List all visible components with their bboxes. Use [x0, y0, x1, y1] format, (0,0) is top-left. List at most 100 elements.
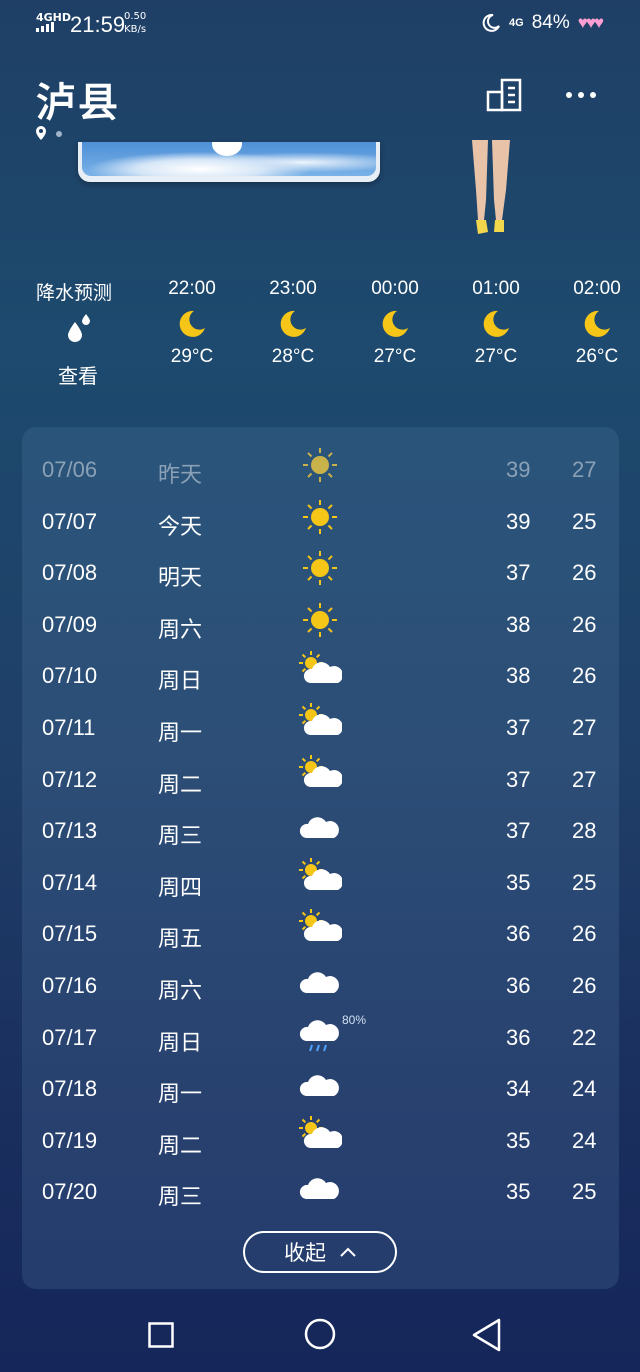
- daily-date: 07/07: [42, 508, 98, 534]
- daily-date: 07/08: [42, 560, 98, 586]
- daily-day: 周六: [158, 978, 203, 1003]
- daily-low: 26: [572, 663, 597, 689]
- daily-low: 25: [572, 508, 597, 534]
- daily-day: 周二: [158, 771, 203, 797]
- daily-low: 27: [572, 457, 597, 482]
- hourly-temp: 26°C: [575, 346, 619, 367]
- daily-day: 周日: [158, 1029, 203, 1055]
- daily-low: 27: [572, 715, 597, 740]
- more-options-icon[interactable]: [566, 92, 596, 98]
- hourly-item: 00:00 27°C: [355, 278, 435, 368]
- daily-low: 26: [572, 560, 597, 586]
- daily-day: 周日: [158, 668, 203, 694]
- daily-day: 周三: [158, 1184, 203, 1210]
- daily-low: 24: [572, 1076, 597, 1102]
- signal-icon: [36, 22, 54, 32]
- daily-high: 36: [506, 1024, 531, 1050]
- daily-high: 39: [506, 508, 531, 534]
- partly-cloudy-icon: [298, 753, 343, 797]
- do-not-disturb-moon-icon: [482, 13, 500, 32]
- daily-day: 周四: [158, 874, 203, 900]
- network-speed-value: 0.50: [124, 11, 147, 22]
- back-triangle-icon[interactable]: [472, 1318, 502, 1352]
- daily-low: 24: [572, 1127, 597, 1153]
- daily-date: 07/17: [42, 1024, 98, 1050]
- moon-icon: [581, 308, 613, 340]
- daily-date: 07/06: [42, 457, 98, 482]
- hourly-temp: 29°C: [170, 346, 214, 367]
- daily-high: 37: [506, 818, 531, 844]
- daily-low: 27: [572, 766, 597, 792]
- daily-high: 39: [506, 457, 531, 482]
- hourly-temp: 28°C: [271, 346, 315, 367]
- daily-low: 25: [572, 869, 597, 895]
- collapse-button[interactable]: 收起: [243, 1231, 397, 1273]
- daily-row[interactable]: 07/20 周三 35 25: [22, 1178, 619, 1231]
- chevron-up-icon: [340, 1247, 356, 1257]
- raindrop-icon[interactable]: [66, 312, 92, 344]
- daily-date: 07/14: [42, 869, 98, 895]
- collapse-label: 收起: [284, 1241, 326, 1265]
- sun-icon: [298, 443, 342, 487]
- hourly-item: 02:00 26°C: [557, 278, 637, 368]
- daily-high: 35: [506, 1179, 531, 1205]
- home-circle-icon[interactable]: [304, 1318, 336, 1350]
- mobile-data-label: 4G: [509, 17, 524, 29]
- daily-day: 周一: [158, 1081, 203, 1107]
- recent-apps-square-icon[interactable]: [148, 1322, 174, 1348]
- hourly-item: 01:00 27°C: [456, 278, 536, 368]
- moon-icon: [277, 308, 309, 340]
- partly-cloudy-icon: [298, 701, 343, 745]
- daily-day: 周三: [158, 823, 203, 849]
- partly-cloudy-icon: [298, 649, 343, 693]
- daily-date: 07/10: [42, 663, 98, 689]
- daily-date: 07/13: [42, 818, 98, 844]
- hourly-time: 23:00: [269, 278, 317, 299]
- partly-cloudy-icon: [298, 1114, 343, 1158]
- daily-low: 26: [572, 611, 597, 637]
- status-time: 21:59: [70, 12, 126, 37]
- partly-cloudy-icon: [298, 907, 343, 951]
- daily-day: 周五: [158, 926, 203, 952]
- network-speed: 0.50 KB/s: [124, 10, 146, 36]
- daily-high: 37: [506, 766, 531, 792]
- hearts-icon: ♥♥♥: [577, 13, 604, 32]
- daily-high: 35: [506, 869, 531, 895]
- daily-day: 明天: [158, 565, 203, 591]
- daily-day: 昨天: [158, 462, 203, 487]
- daily-high: 38: [506, 663, 531, 689]
- cloud-icon: [298, 1165, 342, 1209]
- precip-chance: 80%: [342, 1012, 367, 1027]
- daily-day: 今天: [158, 513, 203, 539]
- daily-date: 07/11: [42, 715, 96, 740]
- daily-high: 36: [506, 921, 531, 947]
- daily-date: 07/09: [42, 611, 98, 637]
- sun-icon: [298, 598, 342, 642]
- daily-high: 38: [506, 611, 531, 637]
- sun-icon: [298, 546, 342, 590]
- location-pin-icon: [36, 126, 46, 140]
- view-precipitation-button[interactable]: 查看: [58, 360, 98, 389]
- hourly-item: 22:00 29°C: [152, 278, 232, 368]
- weather-illustration-card: [78, 142, 380, 182]
- daily-high: 34: [506, 1076, 531, 1102]
- rain-cloud-icon: [298, 1011, 342, 1055]
- hourly-time: 02:00: [573, 278, 621, 299]
- daily-date: 07/12: [42, 766, 98, 792]
- daily-day: 周二: [158, 1132, 203, 1158]
- daily-high: 36: [506, 973, 531, 998]
- daily-date: 07/16: [42, 973, 98, 998]
- precipitation-forecast-label[interactable]: 降水预测: [36, 278, 112, 305]
- daily-date: 07/15: [42, 921, 98, 947]
- daily-low: 22: [572, 1024, 597, 1050]
- daily-low: 26: [572, 973, 597, 998]
- daily-date: 07/20: [42, 1179, 98, 1205]
- moon-icon: [480, 308, 512, 340]
- partly-cloudy-icon: [298, 856, 343, 900]
- daily-high: 35: [506, 1127, 531, 1153]
- city-name[interactable]: 泸县: [36, 70, 120, 128]
- daily-low: 25: [572, 1179, 597, 1205]
- city-manage-icon[interactable]: [486, 78, 524, 112]
- daily-low: 26: [572, 921, 597, 947]
- moon-icon: [176, 308, 208, 340]
